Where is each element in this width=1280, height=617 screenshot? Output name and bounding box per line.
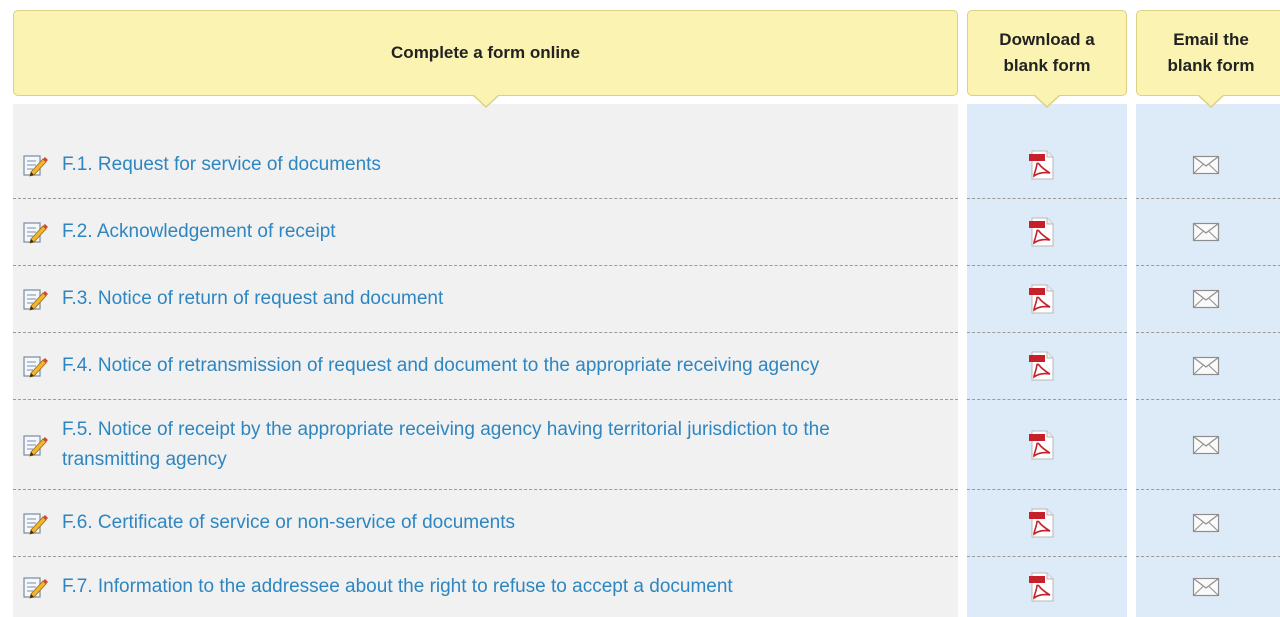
form-online-cell: F.6. Certificate of service or non-servi… [13, 489, 958, 556]
form-row-4: F.4. Notice of retransmission of request… [0, 332, 1280, 399]
form-link-4[interactable]: F.4. Notice of retransmission of request… [62, 351, 819, 381]
edit-form-icon[interactable] [22, 433, 48, 457]
header-email-line2: blank form [1167, 56, 1255, 75]
header-download-line2: blank form [1003, 56, 1091, 75]
pdf-icon[interactable] [1028, 150, 1056, 180]
form-link-2[interactable]: F.2. Acknowledgement of receipt [62, 217, 336, 247]
form-link-3[interactable]: F.3. Notice of return of request and doc… [62, 284, 443, 314]
form-online-cell: F.5. Notice of receipt by the appropriat… [13, 399, 958, 489]
pdf-icon[interactable] [1028, 572, 1056, 602]
mail-icon[interactable] [1192, 288, 1220, 310]
edit-form-icon[interactable] [22, 575, 48, 599]
form-download-cell [967, 399, 1127, 489]
edit-form-icon[interactable] [22, 153, 48, 177]
form-download-cell [967, 131, 1127, 198]
form-online-cell: F.3. Notice of return of request and doc… [13, 265, 958, 332]
header-complete-online: Complete a form online [13, 10, 958, 108]
form-email-cell [1136, 399, 1280, 489]
mail-icon[interactable] [1192, 576, 1220, 598]
form-online-cell: F.2. Acknowledgement of receipt [13, 198, 958, 265]
form-email-cell [1136, 489, 1280, 556]
pdf-icon[interactable] [1028, 284, 1056, 314]
header-pointer-arrow [1033, 94, 1061, 108]
form-row-7: F.7. Information to the addressee about … [0, 556, 1280, 617]
header-pointer-arrow [1197, 94, 1225, 108]
form-row-3: F.3. Notice of return of request and doc… [0, 265, 1280, 332]
form-download-cell [967, 489, 1127, 556]
form-email-cell [1136, 556, 1280, 617]
form-email-cell [1136, 198, 1280, 265]
pdf-icon[interactable] [1028, 217, 1056, 247]
header-complete-online-label: Complete a form online [391, 43, 580, 62]
form-online-cell: F.7. Information to the addressee about … [13, 556, 958, 617]
mail-icon[interactable] [1192, 434, 1220, 456]
form-row-2: F.2. Acknowledgement of receipt [0, 198, 1280, 265]
header-download-blank: Download a blank form [967, 10, 1127, 108]
forms-table: Complete a form online Download a blank … [0, 0, 1280, 617]
pdf-icon[interactable] [1028, 430, 1056, 460]
header-pointer-arrow [471, 94, 500, 108]
form-row-6: F.6. Certificate of service or non-servi… [0, 489, 1280, 556]
form-download-cell [967, 265, 1127, 332]
edit-form-icon[interactable] [22, 354, 48, 378]
form-email-cell [1136, 131, 1280, 198]
mail-icon[interactable] [1192, 221, 1220, 243]
pdf-icon[interactable] [1028, 351, 1056, 381]
form-online-cell: F.1. Request for service of documents [13, 131, 958, 198]
header-email-line1: Email the [1173, 30, 1249, 49]
form-download-cell [967, 198, 1127, 265]
form-download-cell [967, 556, 1127, 617]
form-link-1[interactable]: F.1. Request for service of documents [62, 150, 381, 180]
form-email-cell [1136, 332, 1280, 399]
mail-icon[interactable] [1192, 512, 1220, 534]
header-download-line1: Download a [999, 30, 1095, 49]
form-download-cell [967, 332, 1127, 399]
header-email-blank: Email the blank form [1136, 10, 1280, 108]
form-email-cell [1136, 265, 1280, 332]
form-link-5[interactable]: F.5. Notice of receipt by the appropriat… [62, 415, 922, 475]
pdf-icon[interactable] [1028, 508, 1056, 538]
edit-form-icon[interactable] [22, 511, 48, 535]
edit-form-icon[interactable] [22, 220, 48, 244]
form-link-7[interactable]: F.7. Information to the addressee about … [62, 572, 733, 602]
mail-icon[interactable] [1192, 154, 1220, 176]
edit-form-icon[interactable] [22, 287, 48, 311]
form-online-cell: F.4. Notice of retransmission of request… [13, 332, 958, 399]
mail-icon[interactable] [1192, 355, 1220, 377]
form-link-6[interactable]: F.6. Certificate of service or non-servi… [62, 508, 515, 538]
form-row-1: F.1. Request for service of documents [0, 131, 1280, 198]
form-row-5: F.5. Notice of receipt by the appropriat… [0, 399, 1280, 489]
